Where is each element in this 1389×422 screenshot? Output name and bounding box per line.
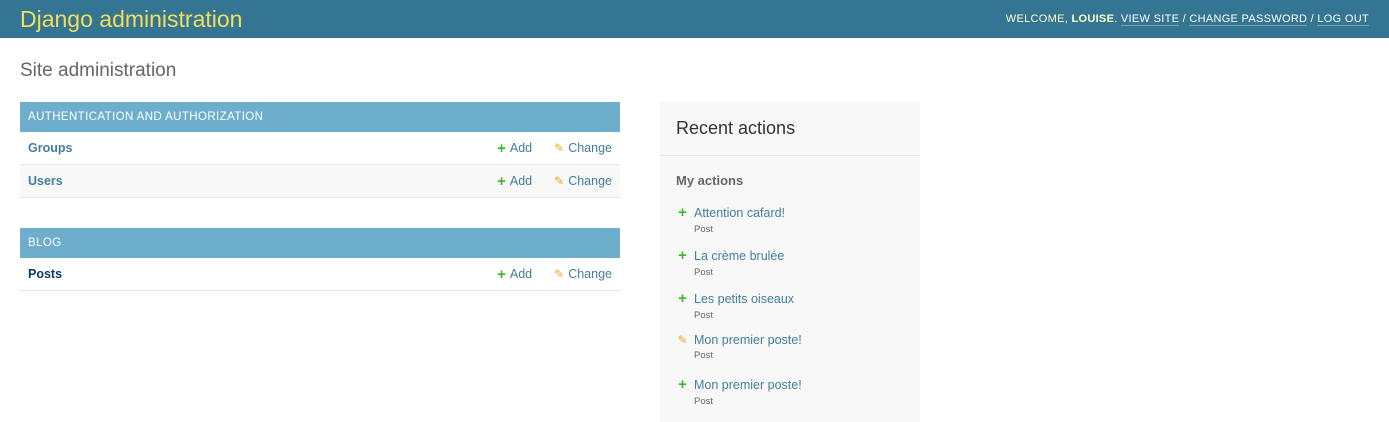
model-row-posts: Posts + Add ✎ Change: [20, 258, 620, 291]
change-button[interactable]: ✎ Change: [554, 174, 612, 188]
recent-action-item: ✎ Mon premier poste! Post: [660, 333, 920, 376]
log-out-link[interactable]: Log out: [1317, 13, 1369, 26]
change-password-link[interactable]: Change password: [1189, 13, 1308, 26]
plus-icon: +: [497, 172, 506, 190]
model-link-users[interactable]: Users: [28, 174, 475, 188]
module-auth: Authentication and Authorization Groups …: [20, 102, 620, 198]
module-blog: Blog Posts + Add ✎ Change: [20, 228, 620, 291]
pencil-icon: ✎: [554, 267, 565, 281]
plus-icon: +: [678, 376, 687, 393]
change-label: Change: [568, 267, 612, 281]
app-list: Authentication and Authorization Groups …: [20, 102, 620, 422]
recent-action-type: Post: [694, 396, 714, 407]
plus-icon: +: [497, 265, 506, 283]
change-button[interactable]: ✎ Change: [554, 267, 612, 281]
add-label: Add: [509, 174, 533, 188]
module-caption[interactable]: Blog: [20, 228, 620, 258]
change-label: Change: [568, 174, 612, 188]
recent-action-item: + Les petits oiseaux Post: [660, 290, 920, 333]
recent-action-type: Post: [694, 267, 714, 278]
recent-action-type: Post: [694, 310, 714, 321]
plus-icon: +: [497, 139, 506, 157]
my-actions-title: My actions: [676, 173, 744, 188]
recent-action-link[interactable]: Attention cafard!: [694, 206, 785, 220]
separator: /: [1182, 13, 1186, 25]
add-label: Add: [509, 267, 533, 281]
plus-icon: +: [678, 247, 687, 264]
separator: /: [1310, 13, 1315, 25]
module-caption[interactable]: Authentication and Authorization: [20, 102, 620, 132]
add-button[interactable]: + Add: [497, 173, 532, 190]
recent-action-item: + Mon premier poste! Post: [660, 376, 920, 419]
recent-action-link[interactable]: La crème brulée: [694, 249, 784, 263]
pencil-icon: ✎: [554, 141, 565, 155]
recent-action-item: + Attention cafard! Post: [660, 204, 920, 247]
change-button[interactable]: ✎ Change: [554, 141, 612, 155]
recent-action-link[interactable]: Mon premier poste!: [694, 378, 802, 392]
header: Django administration Welcome, Louise. V…: [0, 0, 1389, 38]
view-site-link[interactable]: View site: [1120, 13, 1180, 26]
model-row-users: Users + Add ✎ Change: [20, 165, 620, 198]
pencil-icon: ✎: [554, 174, 565, 188]
recent-action-link[interactable]: Les petits oiseaux: [694, 292, 794, 306]
page-title: Site administration: [20, 60, 177, 81]
recent-actions-panel: Recent actions My actions + Attention caf…: [660, 102, 920, 422]
recent-action-item: + La crème brulée Post: [660, 247, 920, 290]
user-tools: Welcome, Louise. View site / Change pass…: [1005, 13, 1369, 26]
site-title[interactable]: Django administration: [20, 6, 242, 33]
recent-action-link[interactable]: Mon premier poste!: [694, 333, 802, 347]
model-link-groups[interactable]: Groups: [28, 141, 475, 155]
add-button[interactable]: + Add: [497, 266, 532, 283]
add-button[interactable]: + Add: [497, 140, 532, 157]
plus-icon: +: [678, 290, 687, 307]
recent-actions-title: Recent actions: [660, 102, 920, 156]
welcome-text: Welcome,: [1005, 13, 1069, 25]
add-label: Add: [509, 141, 533, 155]
model-row-groups: Groups + Add ✎ Change: [20, 132, 620, 165]
pencil-icon: ✎: [677, 333, 688, 347]
recent-action-type: Post: [694, 224, 714, 235]
model-link-posts[interactable]: Posts: [28, 267, 475, 281]
username: Louise: [1071, 13, 1115, 25]
change-label: Change: [568, 141, 612, 155]
recent-action-type: Post: [694, 350, 714, 361]
plus-icon: +: [678, 204, 687, 221]
